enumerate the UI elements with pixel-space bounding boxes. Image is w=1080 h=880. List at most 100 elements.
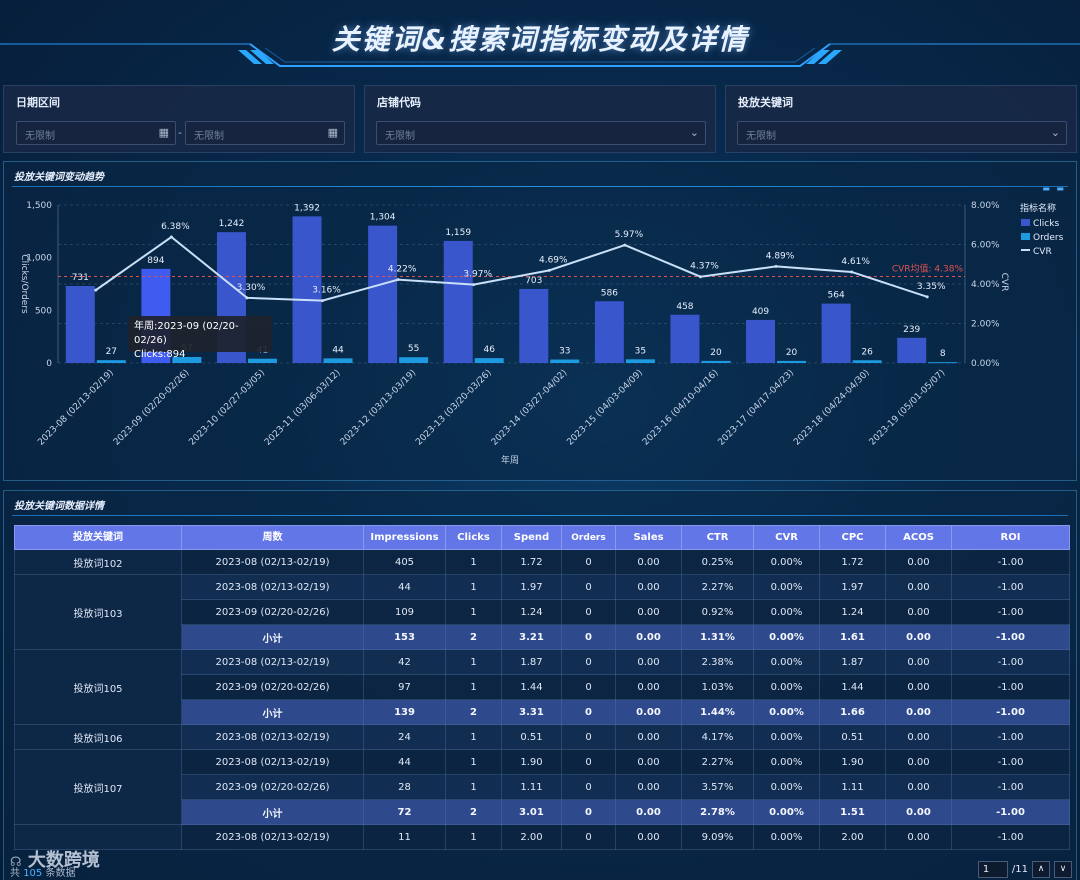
table-cell: 2023-08 (02/13-02/19): [181, 749, 364, 775]
y-axis-title: Clicks/Orders: [19, 254, 29, 314]
table-cell: 1.97: [819, 574, 886, 600]
table-cell: 1.24: [819, 599, 886, 625]
panel-divider: [12, 515, 1068, 516]
column-header[interactable]: ACOS: [885, 525, 952, 550]
chevron-up-icon[interactable]: ∧: [1032, 860, 1050, 878]
legend-title: 指标名称: [1020, 202, 1056, 214]
table-cell: 0.00: [885, 549, 952, 575]
table-cell: 1.87: [501, 649, 562, 675]
column-header[interactable]: CVR: [753, 525, 820, 550]
table-cell: 0.00: [615, 549, 682, 575]
table-cell: 2023-09 (02/20-02/26): [181, 599, 364, 625]
column-header[interactable]: Spend: [501, 525, 562, 550]
table-cell: 0.25%: [681, 549, 754, 575]
column-header[interactable]: Sales: [615, 525, 682, 550]
table-cell: 24: [363, 724, 446, 750]
x-tick-label: 2023-12 (03/13-03/19): [339, 368, 419, 448]
table-cell: 44: [363, 749, 446, 775]
table-body: 投放词102 2023-08 (02/13-02/19) 405 1 1.72 0 0.00…: [14, 549, 1070, 850]
data-label-clicks: 894: [147, 256, 164, 266]
data-label-orders: 26: [861, 347, 873, 357]
x-tick-label: 2023-18 (04/24-04/30): [792, 368, 872, 448]
table-cell: 1: [445, 724, 502, 750]
table-cell: 1: [445, 674, 502, 700]
table-cell: 0: [561, 724, 616, 750]
legend-label-clicks: Clicks: [1033, 219, 1059, 229]
table-cell: 1.31%: [681, 624, 754, 650]
table-cell: 28: [363, 774, 446, 800]
data-label-orders: 55: [408, 344, 419, 354]
y-tick-label: 0: [46, 359, 52, 369]
column-header[interactable]: Impressions: [363, 525, 446, 550]
table-cell: 0.00%: [753, 774, 820, 800]
x-axis-title: 年周: [501, 454, 519, 466]
data-label-clicks: 564: [828, 291, 845, 301]
x-tick-label: 2023-16 (04/10-04/16): [641, 368, 721, 448]
table-cell: 1.97: [501, 574, 562, 600]
column-header[interactable]: 投放关键词: [14, 525, 182, 550]
table-cell: -1.00: [951, 774, 1070, 800]
table-header-row: 投放关键词 周数 Impressions Clicks Spend Orders Sales…: [14, 525, 1070, 550]
column-header[interactable]: Orders: [561, 525, 616, 550]
keyword-cell: 投放词107: [14, 749, 182, 825]
table-cell: 0.00: [615, 774, 682, 800]
table-cell: 109: [363, 599, 446, 625]
data-label-clicks: 731: [72, 273, 89, 283]
table-cell: 2: [445, 624, 502, 650]
data-label-orders: 27: [106, 347, 117, 357]
data-label-clicks: 458: [676, 302, 693, 312]
table-cell: 0.00: [615, 749, 682, 775]
y-right-tick-label: 4.00%: [971, 280, 1000, 290]
table-cell: 3.31: [501, 699, 562, 725]
y-right-tick-label: 8.00%: [971, 201, 1000, 211]
chevron-down-icon[interactable]: ∨: [1054, 860, 1072, 878]
table-cell: 0.00: [885, 799, 952, 825]
column-header[interactable]: Clicks: [445, 525, 502, 550]
table-cell: 42: [363, 649, 446, 675]
bar-orders: [701, 360, 731, 363]
table-cell: 11: [363, 824, 446, 850]
bar-clicks: [443, 240, 473, 363]
table-cell: 2.00: [501, 824, 562, 850]
table-cell: 小计: [181, 799, 364, 825]
table-cell: 0: [561, 574, 616, 600]
page-number-input[interactable]: 1: [977, 860, 1008, 878]
data-label-cvr: 4.61%: [841, 257, 870, 267]
table-cell: 0.00: [615, 674, 682, 700]
page-total: /11: [1011, 863, 1028, 875]
column-header[interactable]: 周数: [181, 525, 364, 550]
table-cell: 0.00: [885, 724, 952, 750]
y-right-tick-label: 6.00%: [971, 241, 1000, 251]
table-cell: 2: [445, 799, 502, 825]
keyword-cell: 投放词105: [14, 649, 182, 725]
column-header[interactable]: ROI: [951, 525, 1070, 550]
table-cell: -1.00: [951, 574, 1070, 600]
bar-orders: [928, 362, 958, 364]
column-header[interactable]: CTR: [681, 525, 754, 550]
data-label-cvr: 5.97%: [615, 230, 644, 240]
y-right-tick-label: 2.00%: [971, 320, 1000, 330]
bar-orders: [399, 357, 429, 363]
table-cell: 1.11: [819, 774, 886, 800]
table-cell: 1.61: [819, 624, 886, 650]
table-cell: 0.00: [885, 749, 952, 775]
bar-clicks: [594, 301, 624, 363]
table-cell: 139: [363, 699, 446, 725]
table-cell: 0.00%: [753, 749, 820, 775]
data-label-orders: 46: [483, 345, 495, 355]
x-tick-label: 2023-14 (03/27-04/02): [490, 368, 570, 448]
cvr-point: [396, 278, 400, 282]
cvr-point: [472, 283, 476, 287]
table-cell: 72: [363, 799, 446, 825]
y-tick-label: 500: [35, 306, 52, 316]
table-cell: 405: [363, 549, 446, 575]
table-cell: 0: [561, 599, 616, 625]
table-cell: 0.00: [885, 624, 952, 650]
table-row: 投放词105 2023-08 (02/13-02/19) 42 1 1.87 0 0.00 2…: [14, 649, 1070, 725]
table-cell: 小计: [181, 624, 364, 650]
x-tick-label: 2023-09 (02/20-02/26): [112, 368, 192, 448]
data-label-cvr: 3.30%: [237, 283, 266, 293]
column-header[interactable]: CPC: [819, 525, 886, 550]
bar-clicks: [65, 286, 95, 363]
table-cell: -1.00: [951, 624, 1070, 650]
